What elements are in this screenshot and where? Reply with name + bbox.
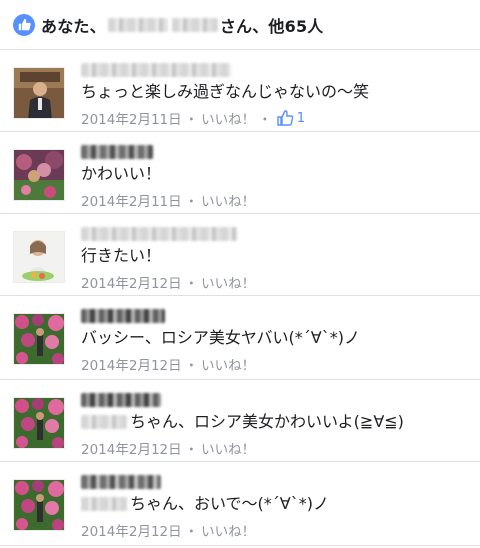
commenter-name[interactable] (81, 392, 470, 408)
meta-separator: ・ (184, 112, 199, 128)
comment-item: 行きたい！ 2014年2月12日 ・ いいね！ (0, 214, 480, 296)
meta-separator: ・ (184, 524, 199, 540)
avatar[interactable] (13, 313, 65, 365)
meta-separator: ・ (184, 276, 199, 292)
meta-separator: ・ (184, 194, 199, 210)
like-link[interactable]: いいね！ (201, 272, 255, 292)
likes-suffix: さん、他65人 (219, 16, 324, 36)
avatar[interactable] (13, 67, 65, 119)
like-badge-icon (13, 13, 35, 36)
like-count-value: 1 (296, 110, 306, 126)
commenter-name[interactable] (81, 62, 470, 78)
redacted-name (81, 309, 165, 323)
redacted-name (81, 393, 161, 407)
commenter-name[interactable] (81, 226, 470, 242)
comment-date[interactable]: 2014年2月12日 (81, 520, 182, 540)
like-link[interactable]: いいね！ (201, 520, 255, 540)
comment-text-body: ちゃん、ロシア美女かわいいよ(≧∀≦) (130, 412, 404, 431)
comment-text-body: ちゃん、おいで〜(*´∀`*)ノ (130, 494, 329, 513)
comment-text: ちゃん、おいで〜(*´∀`*)ノ (81, 493, 470, 515)
comment-meta: 2014年2月12日 ・ いいね！ (81, 520, 470, 540)
meta-separator: ・ (258, 112, 272, 128)
comment-meta: 2014年2月12日 ・ いいね！ (81, 354, 470, 374)
comment-date[interactable]: 2014年2月12日 (81, 438, 182, 458)
comment-date[interactable]: 2014年2月11日 (81, 190, 182, 210)
likes-summary[interactable]: あなた、 さん、他65人 (0, 0, 480, 50)
avatar[interactable] (13, 149, 65, 201)
like-link[interactable]: いいね！ (201, 190, 255, 210)
thumbs-up-icon (276, 110, 293, 126)
comment-text: 行きたい！ (81, 246, 162, 265)
redacted-name (171, 17, 218, 32)
redacted-name (81, 227, 237, 241)
redacted-name (81, 63, 231, 77)
comment-item: ちゃん、ロシア美女かわいいよ(≧∀≦) 2014年2月12日 ・ いいね！ (0, 380, 480, 462)
likes-prefix: あなた、 (41, 16, 106, 36)
like-link[interactable]: いいね！ (201, 108, 255, 128)
comment-text: バッシー、ロシア美女ヤバい(*´∀`*)ノ (81, 328, 360, 347)
commenter-name[interactable] (81, 308, 470, 324)
comment-item: かわいい！ 2014年2月11日 ・ いいね！ (0, 132, 480, 214)
comment-meta: 2014年2月12日 ・ いいね！ (81, 272, 470, 292)
redacted-name (81, 475, 161, 489)
meta-separator: ・ (184, 358, 199, 374)
commenter-name[interactable] (81, 144, 470, 160)
avatar[interactable] (13, 397, 65, 449)
comment-date[interactable]: 2014年2月11日 (81, 108, 182, 128)
comment-meta: 2014年2月12日 ・ いいね！ (81, 438, 470, 458)
redacted-name (81, 415, 127, 429)
comment-meta: 2014年2月11日 ・ いいね！ ・ 1 (81, 108, 470, 128)
comment-item: ちょっと楽しみ過ぎなんじゃないの〜笑 2014年2月11日 ・ いいね！ ・ 1 (0, 50, 480, 132)
comment-date[interactable]: 2014年2月12日 (81, 354, 182, 374)
redacted-name (107, 17, 168, 32)
avatar[interactable] (13, 479, 65, 531)
commenter-name[interactable] (81, 474, 470, 490)
comment-item: バッシー、ロシア美女ヤバい(*´∀`*)ノ 2014年2月12日 ・ いいね！ (0, 296, 480, 380)
redacted-name (81, 145, 153, 159)
comment-text: かわいい！ (81, 164, 162, 183)
comment-meta: 2014年2月11日 ・ いいね！ (81, 190, 470, 210)
comment-text: ちゃん、ロシア美女かわいいよ(≧∀≦) (81, 411, 470, 433)
likes-summary-text: あなた、 さん、他65人 (41, 13, 323, 37)
like-link[interactable]: いいね！ (201, 354, 255, 374)
meta-separator: ・ (184, 442, 199, 458)
comment-item: ちゃん、おいで〜(*´∀`*)ノ 2014年2月12日 ・ いいね！ (0, 462, 480, 546)
redacted-name (81, 497, 127, 511)
comment-date[interactable]: 2014年2月12日 (81, 272, 182, 292)
avatar[interactable] (13, 231, 65, 283)
comment-text: ちょっと楽しみ過ぎなんじゃないの〜笑 (81, 82, 370, 101)
like-link[interactable]: いいね！ (201, 438, 255, 458)
comment-like-count[interactable]: 1 (276, 110, 306, 126)
